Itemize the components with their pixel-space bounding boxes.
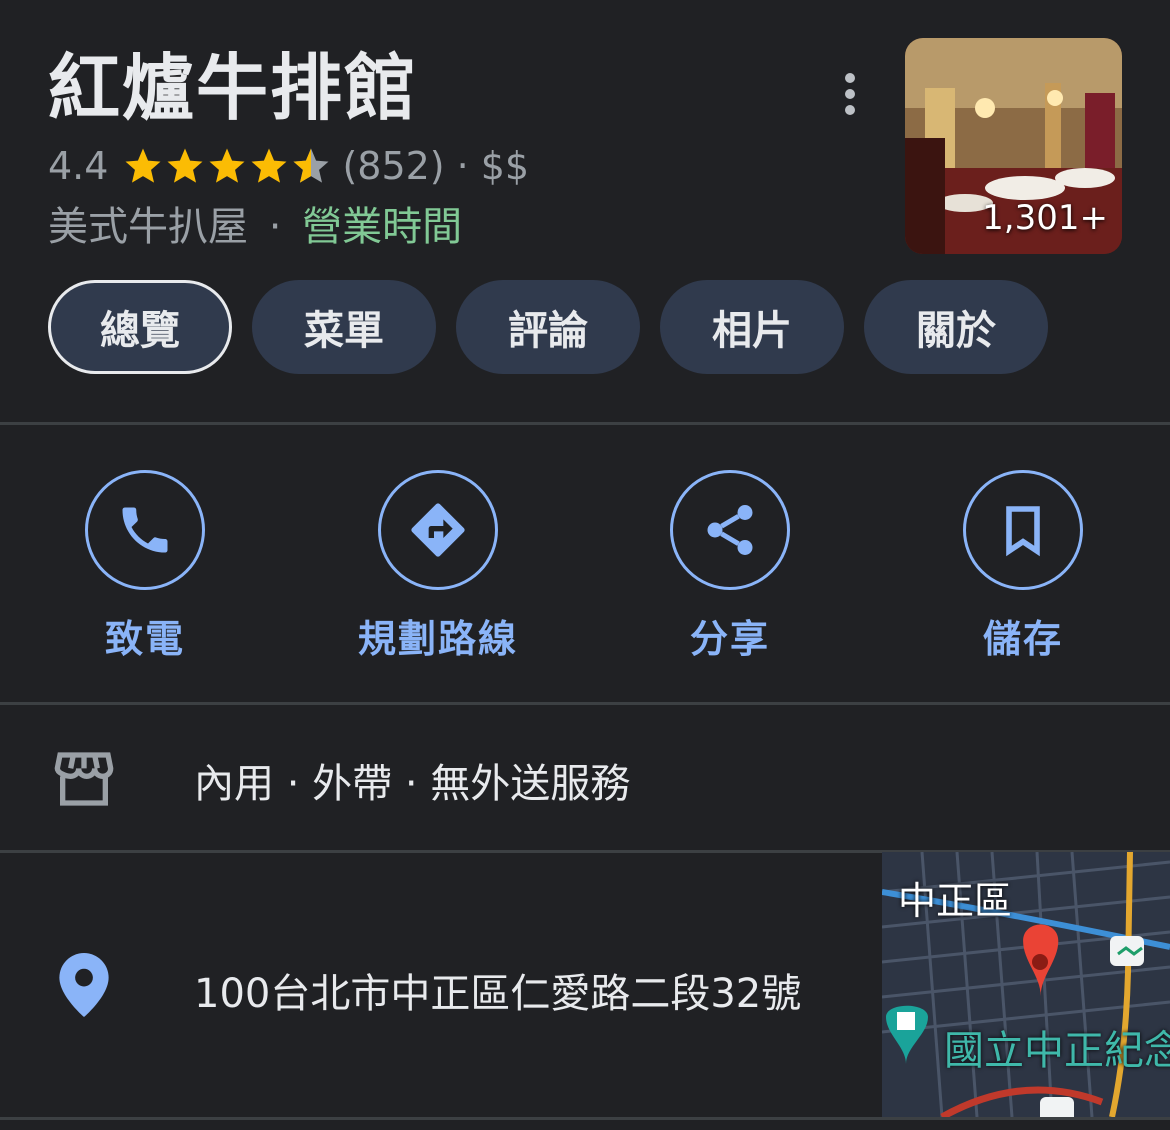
rating-value: 4.4	[48, 144, 109, 188]
separator-dot: ·	[456, 144, 469, 188]
tab-reviews[interactable]: 評論	[456, 280, 640, 374]
action-bar: 致電 規劃路線 分享 儲存	[0, 470, 1170, 690]
map-thumbnail[interactable]: 中正區 國立中正紀念	[882, 852, 1170, 1117]
rating-row[interactable]: 4.4 (852) · $$	[48, 140, 529, 192]
address-text: 100台北市中正區仁愛路二段32號	[194, 971, 802, 1017]
directions-button[interactable]: 規劃路線	[318, 470, 558, 663]
photo-count: 1,301+	[982, 198, 1108, 238]
star-icon	[209, 148, 245, 183]
star-icon	[251, 148, 287, 183]
share-button[interactable]: 分享	[610, 470, 850, 663]
tab-menu[interactable]: 菜單	[252, 280, 436, 374]
more-options-icon[interactable]	[830, 70, 870, 120]
tab-photos[interactable]: 相片	[660, 280, 844, 374]
tab-bar: 總覽 菜單 評論 相片 關於	[48, 280, 1068, 374]
tab-about[interactable]: 關於	[864, 280, 1048, 374]
place-photo[interactable]: 1,301+	[905, 38, 1122, 254]
bookmark-icon	[1006, 506, 1040, 557]
category-row: 美式牛扒屋 · 營業時間	[48, 200, 462, 254]
price-level: $$	[480, 144, 530, 188]
place-header: 紅爐牛排館 4.4 (852) · $$ 美式牛扒屋 · 營業時間 1,301+…	[0, 0, 1170, 420]
save-button[interactable]: 儲存	[903, 470, 1143, 663]
star-rating	[122, 145, 332, 187]
place-title: 紅爐牛排館	[48, 46, 419, 130]
map-district-label: 中正區	[898, 879, 1013, 923]
directions-icon	[411, 503, 465, 557]
share-icon	[707, 505, 753, 555]
phone-icon	[122, 507, 168, 553]
divider	[0, 1117, 1170, 1120]
service-options-text: 內用 · 外帶 · 無外送服務	[194, 761, 631, 807]
location-pin-icon	[59, 953, 109, 1017]
share-label: 分享	[689, 617, 770, 661]
divider	[0, 422, 1170, 425]
half-star-icon	[293, 148, 329, 183]
tab-overview[interactable]: 總覽	[48, 280, 232, 374]
call-button[interactable]: 致電	[25, 470, 265, 663]
star-icon	[167, 148, 203, 183]
service-options-row: 內用 · 外帶 · 無外送服務	[0, 705, 1170, 850]
separator-dot: ·	[268, 204, 282, 250]
call-label: 致電	[104, 617, 185, 661]
review-count: (852)	[342, 144, 445, 188]
save-label: 儲存	[982, 617, 1063, 661]
map-landmark-label: 國立中正紀念	[944, 1028, 1170, 1074]
storefront-icon	[54, 752, 114, 806]
directions-label: 規劃路線	[357, 617, 518, 661]
star-icon	[125, 148, 161, 183]
place-category: 美式牛扒屋	[48, 204, 248, 250]
opening-hours-link[interactable]: 營業時間	[302, 204, 462, 250]
